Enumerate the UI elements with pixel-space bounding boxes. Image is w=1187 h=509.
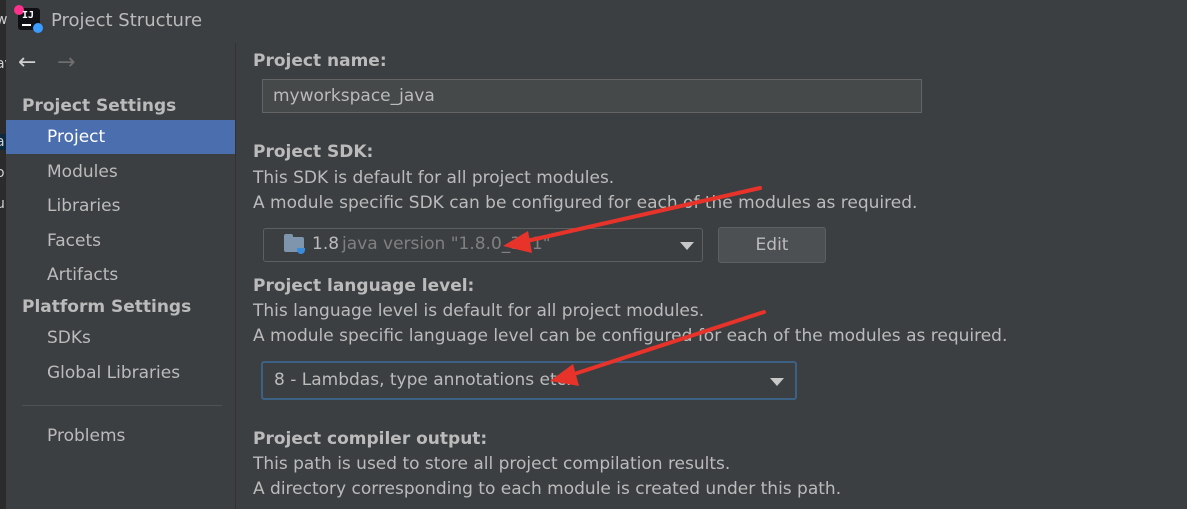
annotation-arrow <box>550 310 766 386</box>
annotation-arrows <box>503 186 766 386</box>
annotation-arrow <box>503 186 762 253</box>
